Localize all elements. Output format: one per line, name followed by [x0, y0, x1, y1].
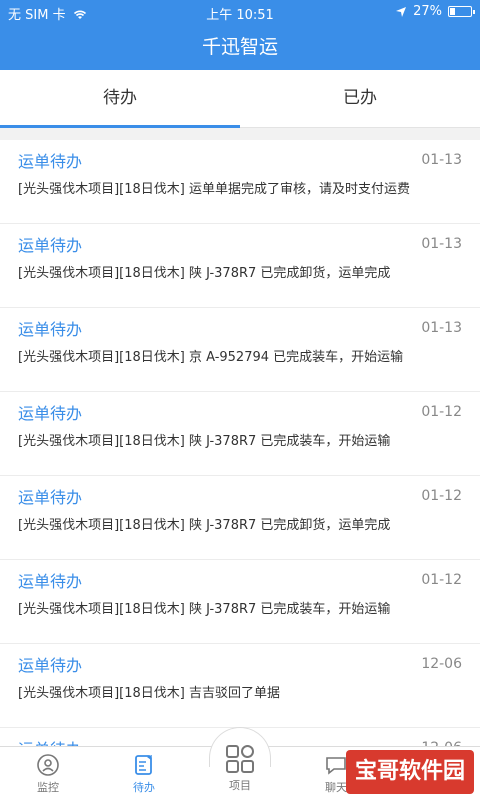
battery-tip	[473, 10, 475, 14]
item-title: 运单待办	[18, 152, 83, 171]
item-date: 12-06	[421, 656, 462, 672]
item-title: 运单待办	[18, 320, 83, 339]
watermark-text: 宝哥软件园	[354, 759, 465, 784]
item-date: 01-13	[421, 236, 462, 252]
todo-icon	[135, 755, 152, 775]
item-title: 运单待办	[18, 488, 83, 507]
list-item[interactable]: 运单待办 01-13 [光头强伐木项目][18日伐木] 运单单据完成了审核，请及…	[0, 140, 480, 224]
item-title: 运单待办	[18, 236, 83, 255]
item-title: 运单待办	[18, 572, 83, 591]
tabbar-label: 项目	[229, 779, 251, 792]
tabbar-label: 待办	[133, 781, 155, 794]
list-item[interactable]: 运单待办 01-12 [光头强伐木项目][18日伐木] 陕 J-378R7 已完…	[0, 476, 480, 560]
nav-bar: 千迅智运	[0, 24, 480, 70]
list-item[interactable]: 运单待办 12-06 [光头强伐木项目][18日伐木] 吉吉驳回了单据	[0, 644, 480, 728]
tabbar-label: 聊天	[325, 781, 347, 794]
tab-todo[interactable]: 待办	[0, 70, 240, 128]
project-icon	[226, 745, 254, 773]
list-item[interactable]: 运单待办 01-13 [光头强伐木项目][18日伐木] 京 A-952794 已…	[0, 308, 480, 392]
tabbar-item-project[interactable]: 项目	[192, 727, 288, 800]
item-date: 01-13	[421, 152, 462, 168]
item-desc: [光头强伐木项目][18日伐木] 陕 J-378R7 已完成卸货，运单完成	[18, 266, 391, 281]
tab-done[interactable]: 已办	[240, 70, 480, 127]
item-desc: [光头强伐木项目][18日伐木] 陕 J-378R7 已完成卸货，运单完成	[18, 518, 391, 533]
tabbar-item-todo[interactable]: 待办	[96, 747, 192, 800]
item-date: 01-12	[421, 572, 462, 588]
item-date: 01-12	[421, 404, 462, 420]
item-title: 运单待办	[18, 656, 83, 675]
item-title: 运单待办	[18, 404, 83, 423]
item-desc: [光头强伐木项目][18日伐木] 陕 J-378R7 已完成装车，开始运输	[18, 434, 391, 449]
time-text: 上午 10:51	[206, 8, 274, 23]
list-item[interactable]: 运单待办 01-13 [光头强伐木项目][18日伐木] 陕 J-378R7 已完…	[0, 224, 480, 308]
chat-icon	[326, 757, 346, 775]
segment-tabs: 待办 已办	[0, 70, 480, 128]
item-date: 01-13	[421, 320, 462, 336]
page-title: 千迅智运	[201, 36, 278, 58]
list-item[interactable]: 运单待办 01-12 [光头强伐木项目][18日伐木] 陕 J-378R7 已完…	[0, 392, 480, 476]
battery-fill	[450, 8, 455, 15]
watermark-logo: 宝哥软件园	[346, 750, 474, 794]
battery-icon	[448, 6, 475, 17]
battery-percent: 27%	[413, 4, 442, 19]
location-icon	[396, 6, 407, 17]
tabbar-label: 监控	[37, 781, 59, 794]
tab-todo-label: 待办	[103, 88, 137, 108]
status-bar: 无 SIM 卡 上午 10:51 27%	[0, 0, 480, 24]
tab-done-label: 已办	[343, 88, 377, 108]
item-desc: [光头强伐木项目][18日伐木] 运单单据完成了审核，请及时支付运费	[18, 182, 410, 197]
status-right: 27%	[395, 4, 475, 19]
list-item[interactable]: 运单待办 01-12 [光头强伐木项目][18日伐木] 陕 J-378R7 已完…	[0, 560, 480, 644]
monitor-icon	[37, 754, 59, 776]
item-desc: [光头强伐木项目][18日伐木] 吉吉驳回了单据	[18, 686, 280, 701]
item-desc: [光头强伐木项目][18日伐木] 京 A-952794 已完成装车，开始运输	[18, 350, 404, 365]
item-desc: [光头强伐木项目][18日伐木] 陕 J-378R7 已完成装车，开始运输	[18, 602, 391, 617]
tabbar-item-monitor[interactable]: 监控	[0, 747, 96, 800]
item-date: 01-12	[421, 488, 462, 504]
todo-list: 运单待办 01-13 [光头强伐木项目][18日伐木] 运单单据完成了审核，请及…	[0, 140, 480, 746]
